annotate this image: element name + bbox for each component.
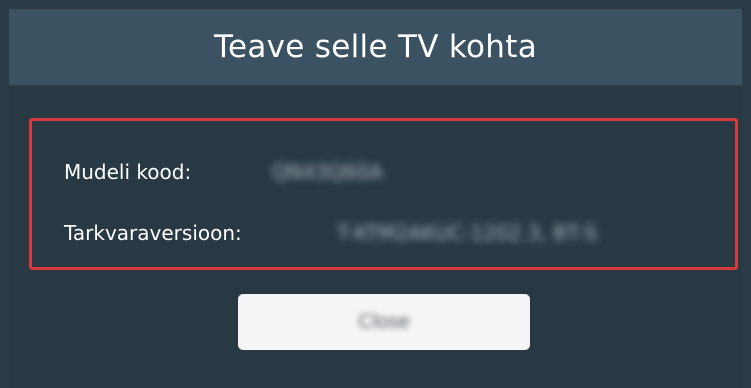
about-tv-dialog: Teave selle TV kohta Mudeli kood: QN43Q6… [9, 9, 742, 388]
tv-screen: Teave selle TV kohta Mudeli kood: QN43Q6… [0, 0, 751, 388]
close-button-label: Close [358, 310, 410, 333]
dialog-title: Teave selle TV kohta [214, 29, 537, 65]
dialog-header: Teave selle TV kohta [9, 9, 742, 86]
dialog-content: Mudeli kood: QN43Q60A Tarkvaraversioon: … [9, 86, 742, 388]
model-code-row: Mudeli kood: QN43Q60A [32, 154, 735, 190]
model-code-label: Mudeli kood: [64, 160, 192, 184]
close-button[interactable]: Close [238, 294, 530, 350]
info-highlight-box: Mudeli kood: QN43Q60A Tarkvaraversioon: … [29, 118, 738, 270]
software-version-label: Tarkvaraversioon: [64, 221, 242, 245]
software-version-value: T-KTM2AKUC-1202.3, BT-S [337, 221, 598, 245]
software-version-row: Tarkvaraversioon: T-KTM2AKUC-1202.3, BT-… [32, 215, 735, 251]
model-code-value: QN43Q60A [272, 160, 384, 184]
